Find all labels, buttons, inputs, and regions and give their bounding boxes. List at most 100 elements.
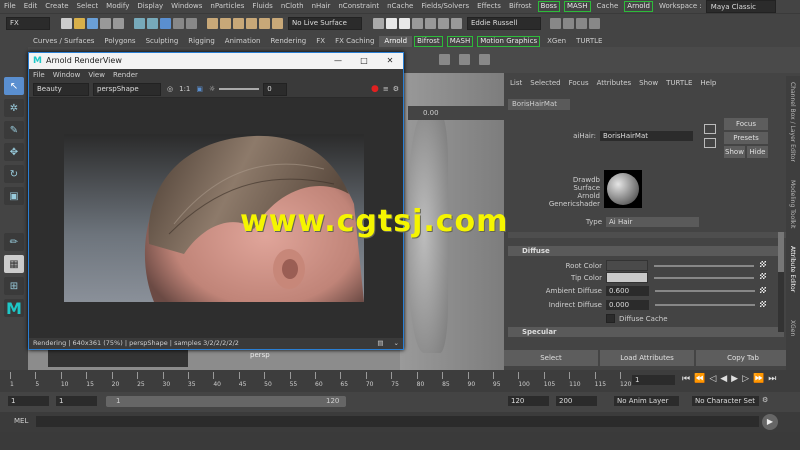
copy-tab-button[interactable]: Copy Tab [696,350,790,366]
playback-start-field[interactable]: 1 [8,396,49,406]
shelf-render-icon[interactable] [439,54,450,65]
range-bar[interactable]: 1 120 [106,396,346,407]
toggle-attribute-editor-icon[interactable] [563,17,574,29]
animation-end-field[interactable]: 200 [556,396,597,406]
arnold-icon[interactable] [438,17,449,29]
aov-dropdown[interactable]: Beauty [33,82,89,96]
shelf-tab-turtle[interactable]: TURTLE [571,36,607,47]
ipr-icon[interactable]: ≡ [383,85,389,93]
shelf-light-icon[interactable] [459,54,470,65]
anim-prefs-icon[interactable]: ⚙ [762,396,768,404]
playback-end-field[interactable]: 120 [508,396,549,406]
tip-color-swatch[interactable] [606,272,648,283]
shelf-tab-mash[interactable]: MASH [446,36,474,47]
select-button[interactable]: Select [504,350,598,366]
menu-item-boss[interactable]: Boss [537,1,560,12]
ae-section-diffuse[interactable]: Diffuse [508,246,784,256]
menu-set-dropdown[interactable]: FX [6,16,50,30]
character-set-dropdown[interactable]: No Character Set [692,396,759,406]
ae-name-field[interactable]: BorisHairMat [600,131,693,141]
menu-item-edit[interactable]: Edit [20,0,42,13]
menu-item-effects[interactable]: Effects [473,0,505,13]
ipr-render-icon[interactable] [399,17,410,29]
ambient-map-icon[interactable] [760,287,766,293]
ae-scrollbar[interactable] [778,232,784,332]
snapshot-icon[interactable]: ▤ [377,338,383,349]
root-color-map-icon[interactable] [760,261,766,267]
toggle-modeling-toolkit-icon[interactable] [550,17,561,29]
shelf-tab-fx-caching[interactable]: FX Caching [330,36,379,47]
current-frame-field[interactable]: 1 [632,375,675,385]
user-account-dropdown[interactable]: Eddie Russell [467,16,541,30]
menu-item-windows[interactable]: Windows [167,0,206,13]
sidebar-tab-xgen[interactable]: XGen [789,320,796,336]
undo-icon[interactable] [100,17,111,29]
focus-button[interactable]: Focus [724,118,768,130]
root-color-swatch[interactable] [606,260,648,271]
shelf-tab-xgen[interactable]: XGen [542,36,571,47]
menu-item-fields-solvers[interactable]: Fields/Solvers [417,0,473,13]
menu-item-ncloth[interactable]: nCloth [277,0,308,13]
step-forward-key-icon[interactable]: ⏩ [753,374,764,384]
menu-item-mash[interactable]: MASH [563,1,591,12]
indirect-diffuse-slider[interactable] [655,304,755,306]
snap-grid-icon[interactable] [207,17,218,29]
toggle-tool-settings-icon[interactable] [576,17,587,29]
select-object-icon[interactable] [147,17,158,29]
menu-item-nconstraint[interactable]: nConstraint [334,0,383,13]
renderview-settings-icon[interactable]: ⚙ [393,85,399,93]
focus-output-icon[interactable] [704,138,716,148]
viewport-time-field[interactable]: 0.00 [423,109,439,117]
save-scene-icon[interactable] [87,17,98,29]
move-tool-icon[interactable]: ✥ [4,143,24,161]
presets-button[interactable]: Presets [724,132,768,144]
snap-vertex-icon[interactable] [272,17,283,29]
mel-input[interactable] [36,416,759,427]
maximize-icon[interactable]: □ [351,53,377,69]
render-settings-icon[interactable] [412,17,423,29]
menu-item-cache[interactable]: Cache [593,0,623,13]
menu-item-bifrost[interactable]: Bifrost [505,0,536,13]
menu-item-select[interactable]: Select [73,0,103,13]
shelf-tab-motion-graphics[interactable]: Motion Graphics [477,36,541,47]
ambient-diffuse-slider[interactable] [655,290,755,292]
snap-surface-icon[interactable] [259,17,270,29]
hypershade-icon[interactable] [425,17,436,29]
frame-icon[interactable]: ▣ [196,85,203,93]
go-to-start-icon[interactable]: ⏮ [682,374,690,384]
ae-tab-borishairmat[interactable]: BorisHairMat [508,99,570,110]
snap-view-icon[interactable] [246,17,257,29]
ae-menu-list[interactable]: List [506,76,526,90]
single-pane-icon[interactable]: ▦ [4,255,24,273]
animation-start-field[interactable]: 1 [56,396,97,406]
ae-menu-help[interactable]: Help [696,76,720,90]
menu-item-nparticles[interactable]: nParticles [206,0,248,13]
camera-dropdown[interactable]: perspShape [93,82,161,96]
ae-menu-turtle[interactable]: TURTLE [662,76,696,90]
menu-item-display[interactable]: Display [133,0,167,13]
shelf-tab-rendering[interactable]: Rendering [265,36,311,47]
material-swatch[interactable] [604,170,642,208]
minimize-icon[interactable]: — [325,53,351,69]
paint-select-tool-icon[interactable]: ✎ [4,121,24,139]
time-slider[interactable]: 1 5 10 15 20 25 30 35 40 45 50 55 60 65 70 75 80 85 90 95 10… [0,370,800,392]
live-surface-field[interactable]: No Live Surface [288,16,362,30]
lock-selection-icon[interactable] [173,17,184,29]
workspace-dropdown[interactable]: Maya Classic [705,0,776,13]
step-forward-frame-icon[interactable]: ▷ [742,374,749,384]
menu-item-nhair[interactable]: nHair [308,0,335,13]
mel-label[interactable]: MEL [14,417,28,425]
shelf-tab-curves[interactable]: Curves / Surfaces [28,36,99,47]
exposure-field[interactable]: 0 [263,82,288,96]
scale-tool-icon[interactable]: ▣ [4,187,24,205]
ae-menu-selected[interactable]: Selected [526,76,564,90]
shelf-tab-sculpting[interactable]: Sculpting [141,36,184,47]
hide-button[interactable]: Hide [747,146,768,158]
sidebar-tab-modeling-toolkit[interactable]: Modeling Toolkit [789,180,796,228]
play-backwards-icon[interactable]: ◀ [720,374,727,384]
rgb-channel-icon[interactable]: ◎ [167,85,173,93]
shelf-tab-arnold[interactable]: Arnold [379,36,413,47]
menu-item-fluids[interactable]: Fluids [248,0,276,13]
tip-color-map-icon[interactable] [760,273,766,279]
tip-color-slider[interactable] [654,276,754,279]
